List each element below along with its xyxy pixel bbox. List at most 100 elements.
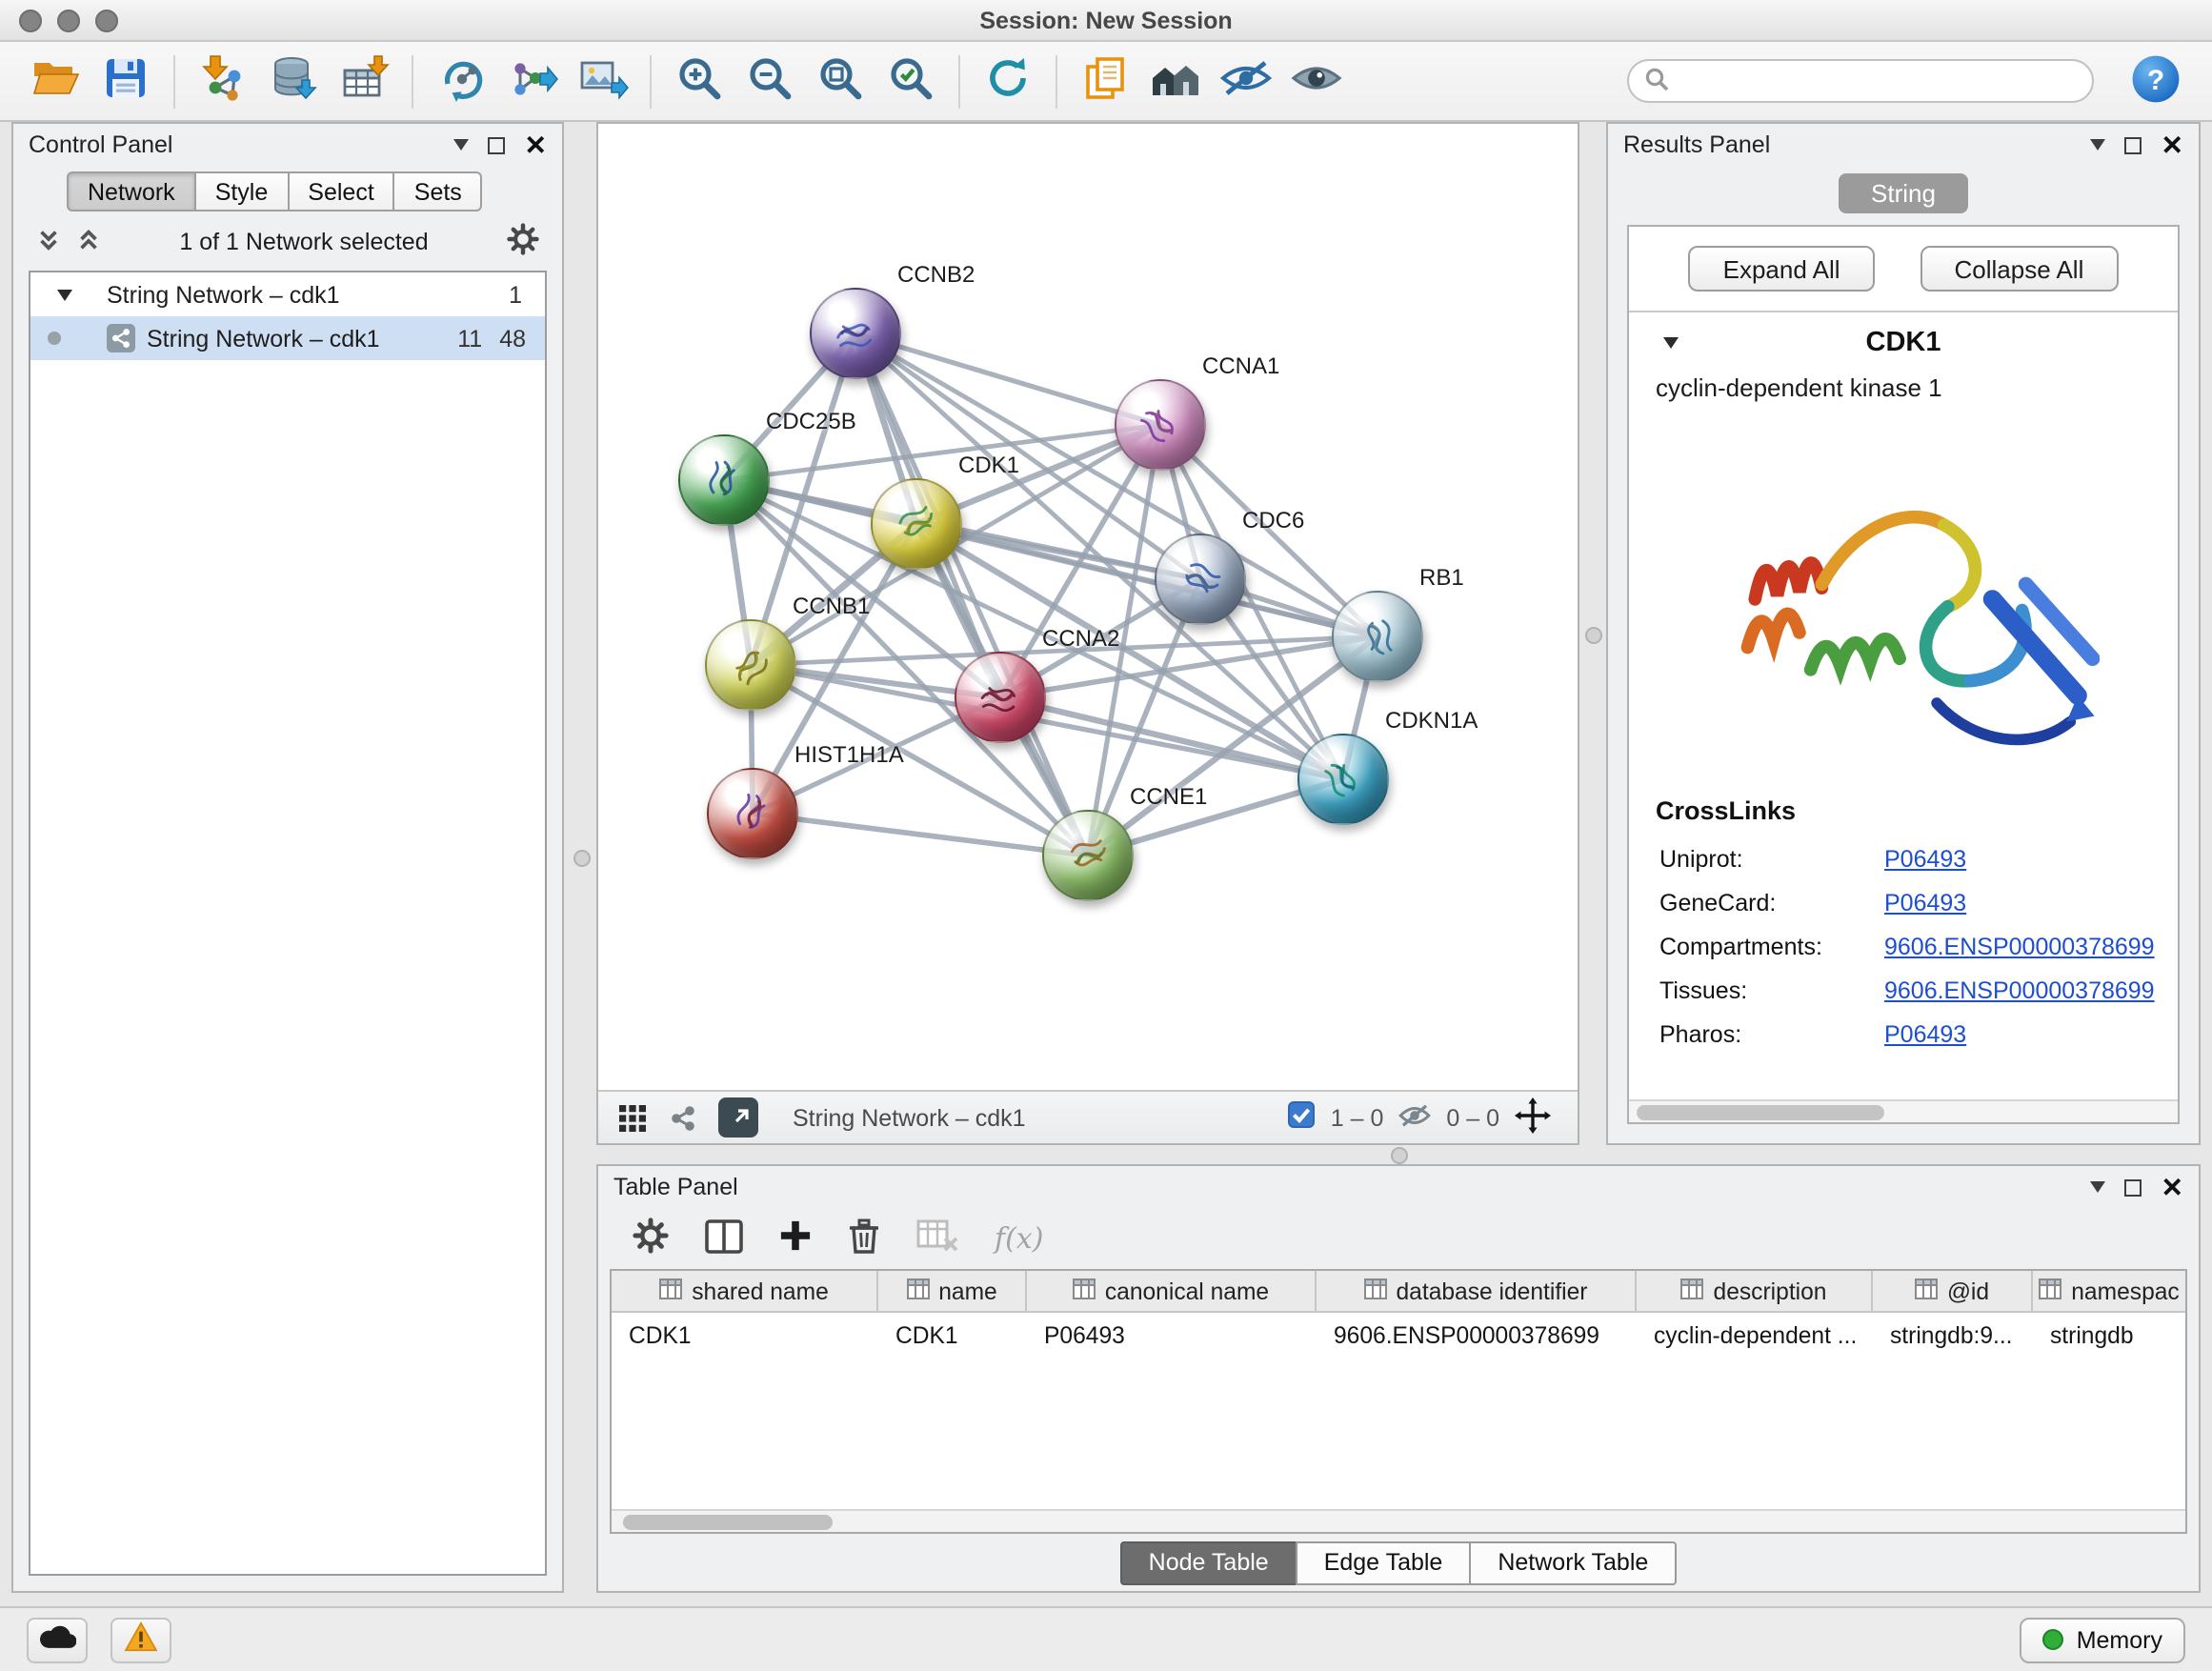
vertical-splitter-left[interactable] — [564, 122, 596, 1593]
network-node-CDC25B[interactable] — [678, 434, 770, 526]
tab-network[interactable]: Network — [67, 171, 196, 211]
column-header-shared-name[interactable]: shared name — [612, 1271, 878, 1311]
open-in-new-window-icon[interactable] — [718, 1097, 758, 1137]
tab-sets[interactable]: Sets — [393, 171, 483, 211]
tab-edge-table[interactable]: Edge Table — [1296, 1540, 1472, 1584]
crosslink-tissues-link[interactable]: 9606.ENSP00000378699 — [1884, 976, 2155, 1003]
cell-name[interactable]: CDK1 — [878, 1313, 1027, 1357]
scrollbar-thumb[interactable] — [623, 1515, 833, 1530]
tab-node-table[interactable]: Node Table — [1120, 1540, 1297, 1584]
save-session-button[interactable] — [93, 49, 158, 113]
cell-shared-name[interactable]: CDK1 — [612, 1313, 878, 1357]
network-node-CDKN1A[interactable] — [1297, 734, 1389, 825]
zoom-window-button[interactable] — [95, 9, 118, 31]
network-options-gear-icon[interactable] — [507, 223, 539, 261]
results-panel-float-icon[interactable] — [2125, 136, 2142, 153]
cell-canonical-name[interactable]: P06493 — [1027, 1313, 1317, 1357]
network-edge-CCNB2-CCNE1[interactable] — [855, 333, 1088, 856]
network-node-CCNB1[interactable] — [705, 619, 796, 711]
delete-table-button[interactable] — [916, 1218, 958, 1258]
scrollbar-thumb[interactable] — [1637, 1105, 1883, 1120]
column-header-canonical-name[interactable]: canonical name — [1027, 1271, 1317, 1311]
horizontal-splitter[interactable] — [596, 1145, 2201, 1164]
column-header-namespace[interactable]: namespac — [2033, 1271, 2185, 1311]
hide-structure-images-button[interactable] — [1214, 49, 1278, 113]
zoom-fit-button[interactable] — [808, 49, 873, 113]
network-node-CDK1[interactable] — [871, 478, 962, 570]
network-collection-row[interactable]: String Network – cdk1 1 — [30, 272, 545, 316]
table-horizontal-scrollbar[interactable] — [612, 1509, 2185, 1532]
results-panel-close-icon[interactable]: ✕ — [2162, 131, 2183, 158]
network-node-CCNE1[interactable] — [1042, 810, 1134, 901]
table-options-button[interactable] — [633, 1218, 669, 1259]
tab-string[interactable]: String — [1839, 173, 1968, 213]
tab-network-table[interactable]: Network Table — [1469, 1540, 1677, 1584]
add-column-button[interactable] — [779, 1219, 812, 1258]
minimize-window-button[interactable] — [57, 9, 80, 31]
selected-nodes-checkbox-icon[interactable] — [1289, 1101, 1316, 1134]
control-panel-collapse-icon[interactable] — [454, 139, 470, 151]
export-network-button[interactable] — [499, 49, 564, 113]
network-node-CCNB2[interactable] — [810, 288, 901, 379]
network-edge-HIST1H1A-CCNE1[interactable] — [753, 814, 1088, 856]
network-canvas[interactable]: CCNB2CCNA1CDC25BCDK1CDC6RB1CCNB1CCNA2CDK… — [598, 124, 1578, 1090]
vertical-splitter-right[interactable] — [1579, 122, 1606, 1145]
network-edge-CCNB2-CCNA1[interactable] — [855, 333, 1160, 425]
control-panel-float-icon[interactable] — [489, 136, 506, 153]
home-button[interactable] — [1143, 49, 1208, 113]
birds-eye-view-icon[interactable] — [667, 1101, 699, 1134]
pan-crosshair-icon[interactable] — [1515, 1097, 1551, 1138]
column-header-name[interactable]: name — [878, 1271, 1027, 1311]
expand-all-button[interactable]: Expand All — [1689, 246, 1875, 292]
table-row[interactable]: CDK1 CDK1 P06493 9606.ENSP00000378699 cy… — [612, 1313, 2185, 1357]
network-node-CDC6[interactable] — [1155, 534, 1246, 625]
import-table-button[interactable] — [332, 49, 396, 113]
delete-column-button[interactable] — [848, 1218, 880, 1259]
zoom-in-button[interactable] — [667, 49, 732, 113]
cell-database-identifier[interactable]: 9606.ENSP00000378699 — [1317, 1313, 1637, 1357]
tree-expand-icon[interactable] — [57, 289, 72, 300]
hidden-eye-slash-icon[interactable] — [1398, 1102, 1431, 1133]
results-horizontal-scrollbar[interactable] — [1629, 1099, 2178, 1122]
crosslink-uniprot-link[interactable]: P06493 — [1884, 845, 1966, 872]
cell-namespace[interactable]: stringdb — [2033, 1313, 2185, 1357]
show-structure-images-button[interactable] — [1284, 49, 1349, 113]
search-input[interactable] — [1680, 68, 2077, 94]
cell-description[interactable]: cyclin-dependent ... — [1637, 1313, 1873, 1357]
help-button[interactable]: ? — [2130, 52, 2182, 110]
grid-view-icon[interactable] — [617, 1102, 648, 1133]
collapse-all-networks-icon[interactable] — [36, 227, 61, 257]
network-node-CCNA2[interactable] — [955, 652, 1046, 743]
apply-layout-button[interactable] — [975, 49, 1040, 113]
column-header-id[interactable]: @id — [1873, 1271, 2033, 1311]
export-image-button[interactable] — [570, 49, 634, 113]
new-network-from-selection-button[interactable] — [429, 49, 493, 113]
table-panel-float-icon[interactable] — [2125, 1178, 2142, 1196]
network-node-RB1[interactable] — [1332, 591, 1423, 682]
collapse-all-button[interactable]: Collapse All — [1920, 246, 2119, 292]
network-node-CCNA1[interactable] — [1115, 379, 1206, 471]
crosslink-pharos-link[interactable]: P06493 — [1884, 1020, 1966, 1047]
show-columns-button[interactable] — [705, 1218, 743, 1258]
network-row-selected[interactable]: String Network – cdk1 11 48 — [30, 316, 545, 360]
results-panel-collapse-icon[interactable] — [2091, 139, 2106, 151]
zoom-selected-button[interactable] — [878, 49, 943, 113]
duplicate-document-button[interactable] — [1073, 49, 1137, 113]
function-builder-button[interactable]: f(x) — [995, 1221, 1043, 1256]
memory-button[interactable]: Memory — [2020, 1617, 2185, 1662]
column-header-database-identifier[interactable]: database identifier — [1317, 1271, 1637, 1311]
open-session-button[interactable] — [23, 49, 88, 113]
cloud-status-button[interactable] — [27, 1617, 88, 1662]
crosslink-genecard-link[interactable]: P06493 — [1884, 889, 1966, 916]
warnings-button[interactable] — [111, 1617, 171, 1662]
table-panel-close-icon[interactable]: ✕ — [2162, 1174, 2183, 1200]
import-network-database-button[interactable] — [261, 49, 326, 113]
control-panel-close-icon[interactable]: ✕ — [525, 131, 547, 158]
network-node-HIST1H1A[interactable] — [707, 768, 798, 859]
zoom-out-button[interactable] — [737, 49, 802, 113]
section-collapse-icon[interactable] — [1663, 337, 1679, 349]
table-panel-collapse-icon[interactable] — [2091, 1181, 2106, 1193]
tab-select[interactable]: Select — [287, 171, 395, 211]
crosslink-compartments-link[interactable]: 9606.ENSP00000378699 — [1884, 933, 2155, 959]
expand-all-networks-icon[interactable] — [76, 227, 101, 257]
